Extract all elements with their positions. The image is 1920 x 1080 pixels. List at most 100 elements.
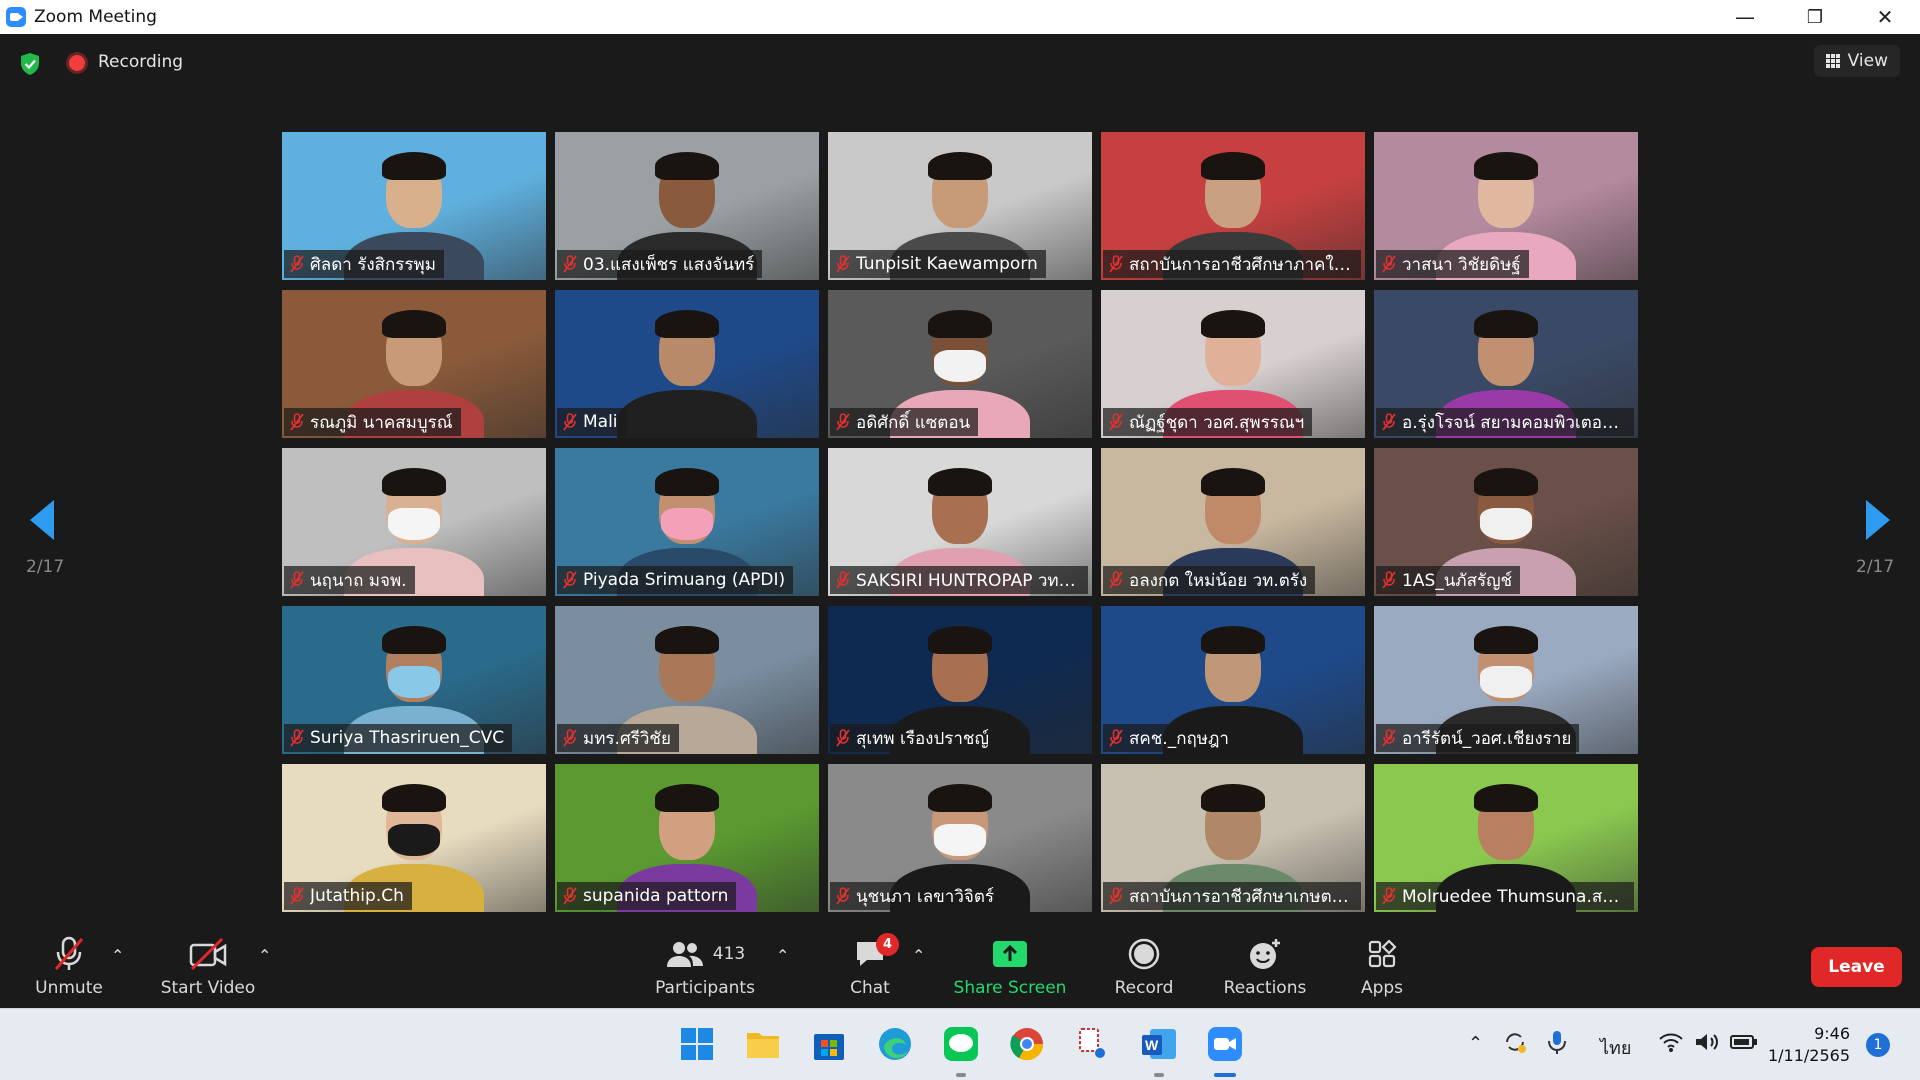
- share-screen-button[interactable]: Share Screen: [952, 926, 1068, 1008]
- meeting-toolbar: Unmute ⌃ Start Video ⌃ 413 Participants …: [0, 926, 1920, 1008]
- participant-video-tile[interactable]: วาสนา วิชัยดิษฐ์: [1374, 132, 1638, 280]
- mic-muted-icon: [54, 936, 84, 970]
- microsoft-store-icon[interactable]: [810, 1025, 848, 1063]
- participant-video-tile[interactable]: supanida pattorn: [555, 764, 819, 912]
- line-icon[interactable]: [942, 1025, 980, 1063]
- notification-count-badge[interactable]: 1: [1866, 1033, 1890, 1057]
- participant-hair: [382, 784, 446, 812]
- unmute-button[interactable]: Unmute: [28, 926, 110, 1008]
- file-explorer-icon[interactable]: [744, 1025, 782, 1063]
- participant-body: [617, 390, 757, 438]
- record-button[interactable]: Record: [1104, 926, 1184, 1008]
- participant-video-tile[interactable]: Jutathip.Ch: [282, 764, 546, 912]
- apps-button[interactable]: Apps: [1352, 926, 1412, 1008]
- security-shield-icon[interactable]: [19, 52, 41, 76]
- participant-video-tile[interactable]: สคช._กฤษฎา: [1101, 606, 1365, 754]
- participant-name: รณภูมิ นาคสมบูรณ์: [310, 412, 453, 433]
- participant-hair: [928, 626, 992, 654]
- participant-video-tile[interactable]: Suriya Thasriruen_CVC: [282, 606, 546, 754]
- battery-icon[interactable]: [1730, 1033, 1758, 1051]
- participant-name-bar: สุเทพ เรืองปราชญ์: [830, 724, 997, 752]
- leave-button[interactable]: Leave: [1811, 947, 1902, 987]
- muted-mic-icon: [1109, 413, 1123, 431]
- participant-video-tile[interactable]: SAKSIRI HUNTROPAP วท....: [828, 448, 1092, 596]
- face-mask: [388, 666, 440, 698]
- grid-view-icon: [1825, 54, 1840, 68]
- reactions-button[interactable]: Reactions: [1218, 926, 1312, 1008]
- participant-video-tile[interactable]: นุชนภา เลขาวิจิตร์: [828, 764, 1092, 912]
- participant-name-bar: Piyada Srimuang (APDI): [557, 566, 794, 594]
- participant-video-tile[interactable]: นฤนาถ มจพ.: [282, 448, 546, 596]
- wifi-icon[interactable]: [1658, 1031, 1684, 1053]
- chat-options-caret-icon[interactable]: ⌃: [912, 946, 925, 965]
- video-options-caret-icon[interactable]: ⌃: [258, 946, 271, 965]
- participant-hair: [928, 784, 992, 812]
- participant-video-tile[interactable]: มทร.ศรีวิชัย: [555, 606, 819, 754]
- participant-name: สถาบันการอาชีวศึกษาเกษตร...: [1129, 886, 1353, 907]
- participant-hair: [655, 626, 719, 654]
- recording-label[interactable]: Recording: [98, 52, 183, 72]
- participant-video-tile[interactable]: Molruedee Thumsuna.สอ...: [1374, 764, 1638, 912]
- zoom-active-indicator: [1214, 1073, 1236, 1077]
- participant-name-bar: อ.รุ่งโรจน์ สยามคอมพิวเตอร์แล...: [1376, 408, 1634, 436]
- participant-video-tile[interactable]: สุเทพ เรืองปราชญ์: [828, 606, 1092, 754]
- participant-video-tile[interactable]: อารีรัตน์_วอศ.เชียงราย: [1374, 606, 1638, 754]
- participant-name-bar: อลงกต ใหม่น้อย วท.ตรัง: [1103, 566, 1316, 594]
- participant-video-tile[interactable]: รณภูมิ นาคสมบูรณ์: [282, 290, 546, 438]
- volume-icon[interactable]: [1694, 1031, 1720, 1053]
- muted-mic-icon: [836, 729, 850, 747]
- participant-video-tile[interactable]: สถาบันการอาชีวศึกษาเกษตร...: [1101, 764, 1365, 912]
- snipping-tool-icon[interactable]: [1074, 1025, 1112, 1063]
- chrome-icon[interactable]: [1008, 1025, 1046, 1063]
- minimize-button[interactable]: —: [1710, 0, 1780, 34]
- participant-name: สคช._กฤษฎา: [1129, 728, 1229, 749]
- sync-icon[interactable]: [1502, 1029, 1528, 1055]
- word-running-indicator: [1154, 1073, 1164, 1077]
- participant-video-tile[interactable]: สถาบันการอาชีวศึกษาภาคใต้ ๑: [1101, 132, 1365, 280]
- participant-video-tile[interactable]: ณัฏฐ์ชุดา วอศ.สุพรรณฯ: [1101, 290, 1365, 438]
- participant-hair: [655, 468, 719, 496]
- participant-name-bar: สถาบันการอาชีวศึกษาภาคใต้ ๑: [1103, 250, 1361, 278]
- participant-name: Jutathip.Ch: [310, 886, 404, 906]
- input-language-indicator[interactable]: ไทย: [1600, 1033, 1631, 1062]
- participant-name-bar: SAKSIRI HUNTROPAP วท....: [830, 566, 1088, 594]
- participants-options-caret-icon[interactable]: ⌃: [776, 946, 789, 965]
- clock-time: 9:46: [1814, 1024, 1850, 1043]
- start-icon[interactable]: [678, 1025, 716, 1063]
- participant-name-bar: ณัฏฐ์ชุดา วอศ.สุพรรณฯ: [1103, 408, 1313, 436]
- system-clock[interactable]: 9:46 1/11/2565: [1768, 1023, 1850, 1067]
- participant-video-tile[interactable]: อ.รุ่งโรจน์ สยามคอมพิวเตอร์แล...: [1374, 290, 1638, 438]
- participant-video-tile[interactable]: อลงกต ใหม่น้อย วท.ตรัง: [1101, 448, 1365, 596]
- participant-hair: [382, 468, 446, 496]
- edge-icon[interactable]: [876, 1025, 914, 1063]
- participant-name-bar: Jutathip.Ch: [284, 882, 412, 910]
- participants-button[interactable]: 413 Participants: [650, 926, 760, 1008]
- participant-hair: [655, 152, 719, 180]
- participant-video-tile[interactable]: 1AS_นภัสรัญช์: [1374, 448, 1638, 596]
- restore-button[interactable]: ❐: [1780, 0, 1850, 34]
- participant-video-tile[interactable]: Mali: [555, 290, 819, 438]
- participant-video-tile[interactable]: Piyada Srimuang (APDI): [555, 448, 819, 596]
- face-mask: [388, 508, 440, 540]
- participant-video-tile[interactable]: Tunpisit Kaewamporn: [828, 132, 1092, 280]
- record-label: Record: [1114, 978, 1174, 998]
- participant-name: อลงกต ใหม่น้อย วท.ตรัง: [1129, 570, 1308, 591]
- zoom-icon[interactable]: [1206, 1025, 1244, 1063]
- participant-hair: [1201, 152, 1265, 180]
- close-button[interactable]: ✕: [1850, 0, 1920, 34]
- audio-options-caret-icon[interactable]: ⌃: [111, 946, 124, 965]
- participant-video-tile[interactable]: 03.แสงเพ็ชร แสงจันทร์: [555, 132, 819, 280]
- participant-video-tile[interactable]: อดิศักดิ์ แซตอน: [828, 290, 1092, 438]
- start-video-button[interactable]: Start Video: [155, 926, 261, 1008]
- participant-hair: [1474, 468, 1538, 496]
- participant-video-tile[interactable]: ศิลดา รังสิกรรพุม: [282, 132, 546, 280]
- view-button[interactable]: View: [1813, 45, 1900, 77]
- apps-icon: [1368, 939, 1397, 968]
- word-icon[interactable]: W: [1140, 1025, 1178, 1063]
- window-title: Zoom Meeting: [34, 7, 157, 27]
- next-page-arrow-icon[interactable]: [1864, 498, 1892, 542]
- previous-page-arrow-icon[interactable]: [28, 498, 56, 542]
- muted-mic-icon: [1382, 413, 1396, 431]
- microphone-tray-icon[interactable]: [1546, 1029, 1568, 1055]
- show-hidden-icons-chevron-icon[interactable]: ⌃: [1468, 1033, 1483, 1054]
